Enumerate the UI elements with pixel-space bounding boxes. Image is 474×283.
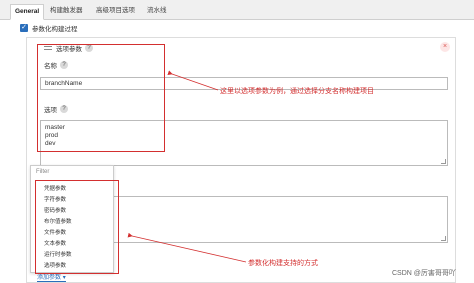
chevron-down-icon: ▾ — [62, 275, 66, 281]
add-parameter-label: 添加参数 — [37, 275, 62, 281]
annotation-supported-types: 参数化构建支持的方式 — [248, 260, 318, 267]
watermark: CSDN @厉害哥哥吖 — [392, 270, 456, 277]
tab-pipeline[interactable]: 流水线 — [143, 4, 171, 20]
resize-handle-icon[interactable] — [441, 159, 446, 164]
tab-bar: General 构建触发器 高级项目选项 流水线 — [0, 0, 474, 20]
parameterized-build-checkbox-row[interactable]: ✓ 参数化构建过程 — [20, 23, 78, 33]
highlight-box-dropdown — [35, 180, 119, 274]
resize-handle-icon[interactable] — [441, 236, 446, 241]
close-icon[interactable]: × — [440, 42, 450, 52]
filter-input[interactable]: Filter — [36, 169, 49, 175]
parameterized-build-checkbox[interactable]: ✓ — [20, 24, 28, 32]
tab-advanced-project-options[interactable]: 高级项目选项 — [92, 4, 139, 20]
tab-general[interactable]: General — [10, 4, 45, 20]
parameterized-build-label: 参数化构建过程 — [32, 26, 78, 33]
annotation-param-example: 这里以选项参数为例，通过选择分支名称构建项目 — [220, 88, 374, 95]
tab-build-triggers[interactable]: 构建触发器 — [46, 4, 87, 20]
highlight-box-param — [37, 44, 165, 152]
